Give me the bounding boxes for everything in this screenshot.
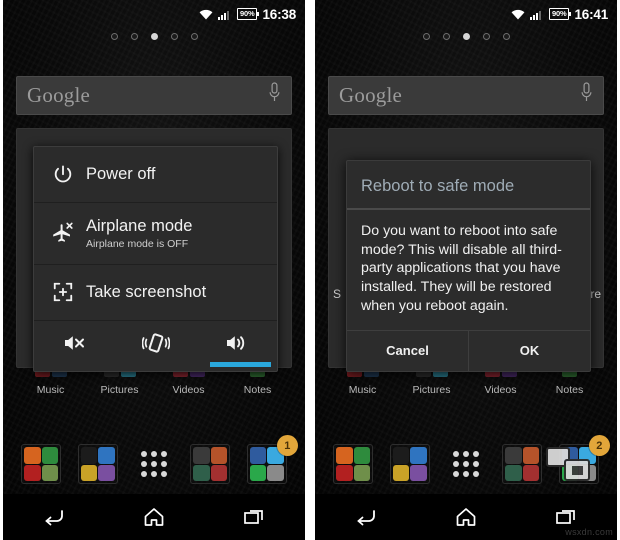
dock-folder-communication[interactable] xyxy=(77,444,118,484)
dialog-button-row: Cancel OK xyxy=(347,329,590,371)
wifi-icon xyxy=(199,8,213,20)
shelf-label-notes: Notes xyxy=(243,384,272,396)
phone-screenshot-left: 90% 16:38 Google Music Pictures Videos N… xyxy=(3,0,305,540)
battery-icon: 90% xyxy=(549,8,572,20)
status-clock: 16:41 xyxy=(574,6,608,22)
page-dot[interactable] xyxy=(110,33,118,40)
page-dot-active[interactable] xyxy=(150,33,158,40)
cancel-button[interactable]: Cancel xyxy=(347,330,469,371)
speaker-icon xyxy=(224,332,250,359)
screenshot-icon xyxy=(46,281,80,303)
dialog-message: Do you want to reboot into safe mode? Th… xyxy=(361,223,562,314)
sound-mode-silent[interactable] xyxy=(34,321,115,371)
wifi-icon xyxy=(511,8,525,20)
airplane-mode-status: Airplane mode is OFF xyxy=(86,237,189,250)
power-icon xyxy=(46,164,80,186)
sound-mode-sound[interactable] xyxy=(196,321,277,371)
shelf-label-pictures: Pictures xyxy=(100,384,139,396)
page-dot[interactable] xyxy=(482,33,490,40)
page-dot[interactable] xyxy=(502,33,510,40)
peek-text-right: re xyxy=(590,287,601,301)
ok-button[interactable]: OK xyxy=(469,331,590,371)
volume-indicator-bar xyxy=(210,361,271,367)
watermark: wsxdn.com xyxy=(565,527,613,537)
dock-folder-social[interactable]: 1 xyxy=(246,435,298,484)
shelf-labels-right: Music Pictures Videos Notes xyxy=(328,384,604,396)
back-icon[interactable] xyxy=(38,504,68,530)
screenshot-stage: 90% 16:38 Google Music Pictures Videos N… xyxy=(0,0,620,540)
shelf-label-videos: Videos xyxy=(172,384,205,396)
airplane-icon xyxy=(46,221,80,245)
status-clock: 16:38 xyxy=(262,6,296,22)
vibrate-icon xyxy=(141,331,170,360)
recents-icon[interactable] xyxy=(240,504,270,530)
dialog-title: Reboot to safe mode xyxy=(347,161,590,210)
power-menu-label: Power off xyxy=(86,165,156,183)
notification-badge: 1 xyxy=(276,435,298,456)
dock-folder-media[interactable] xyxy=(502,444,543,484)
home-icon[interactable] xyxy=(139,504,169,530)
phone-screenshot-right: 90% 16:41 Google S re Music Pictures Vid… xyxy=(315,0,617,540)
page-indicator-left xyxy=(3,33,305,40)
power-menu-item-take-screenshot[interactable]: Take screenshot xyxy=(34,265,277,321)
microphone-icon[interactable] xyxy=(580,82,593,109)
sound-mode-vibrate[interactable] xyxy=(115,321,196,371)
shelf-label-pictures: Pictures xyxy=(412,384,451,396)
signal-icon xyxy=(530,9,544,20)
page-dot-active[interactable] xyxy=(462,33,470,40)
dock-folder-communication[interactable] xyxy=(389,444,430,484)
page-indicator-right xyxy=(315,33,617,40)
page-dot[interactable] xyxy=(190,33,198,40)
mute-icon xyxy=(62,332,88,359)
microphone-icon[interactable] xyxy=(268,82,281,109)
reboot-safe-mode-dialog: Reboot to safe mode Do you want to reboo… xyxy=(346,160,591,372)
home-icon[interactable] xyxy=(451,504,481,530)
page-dot[interactable] xyxy=(170,33,178,40)
google-search-bar-right[interactable]: Google xyxy=(328,76,604,115)
dock-folder-browsers[interactable] xyxy=(21,444,62,484)
dock-folder-media[interactable] xyxy=(190,444,231,484)
shelf-label-notes: Notes xyxy=(555,384,584,396)
search-placeholder: Google xyxy=(339,83,403,107)
peek-text-left: S xyxy=(333,287,342,301)
sound-mode-row xyxy=(34,321,277,371)
shelf-label-music: Music xyxy=(36,384,65,396)
cursor-overlay-icon xyxy=(545,444,593,484)
dock-folder-browsers[interactable] xyxy=(333,444,374,484)
power-menu-item-airplane-mode[interactable]: Airplane mode Airplane mode is OFF xyxy=(34,203,277,265)
google-search-bar-left[interactable]: Google xyxy=(16,76,292,115)
signal-icon xyxy=(218,9,232,20)
shelf-label-music: Music xyxy=(348,384,377,396)
app-drawer-icon[interactable] xyxy=(446,444,486,484)
search-placeholder: Google xyxy=(27,83,91,107)
shelf-labels-left: Music Pictures Videos Notes xyxy=(16,384,292,396)
shelf-label-videos: Videos xyxy=(484,384,517,396)
status-bar-right: 90% 16:41 xyxy=(315,4,617,24)
back-icon[interactable] xyxy=(350,504,380,530)
status-bar-left: 90% 16:38 xyxy=(3,4,305,24)
app-drawer-icon[interactable] xyxy=(134,444,174,484)
dock-left: 1 xyxy=(3,435,305,488)
power-menu-item-power-off[interactable]: Power off xyxy=(34,147,277,203)
airplane-mode-label: Airplane mode xyxy=(86,217,193,235)
battery-icon: 90% xyxy=(237,8,260,20)
page-dot[interactable] xyxy=(442,33,450,40)
page-dot[interactable] xyxy=(130,33,138,40)
page-dot[interactable] xyxy=(422,33,430,40)
power-menu-left: Power off Airplane mode Airplane mode is… xyxy=(33,146,278,372)
navigation-bar-left xyxy=(3,494,305,540)
take-screenshot-label: Take screenshot xyxy=(86,282,207,301)
